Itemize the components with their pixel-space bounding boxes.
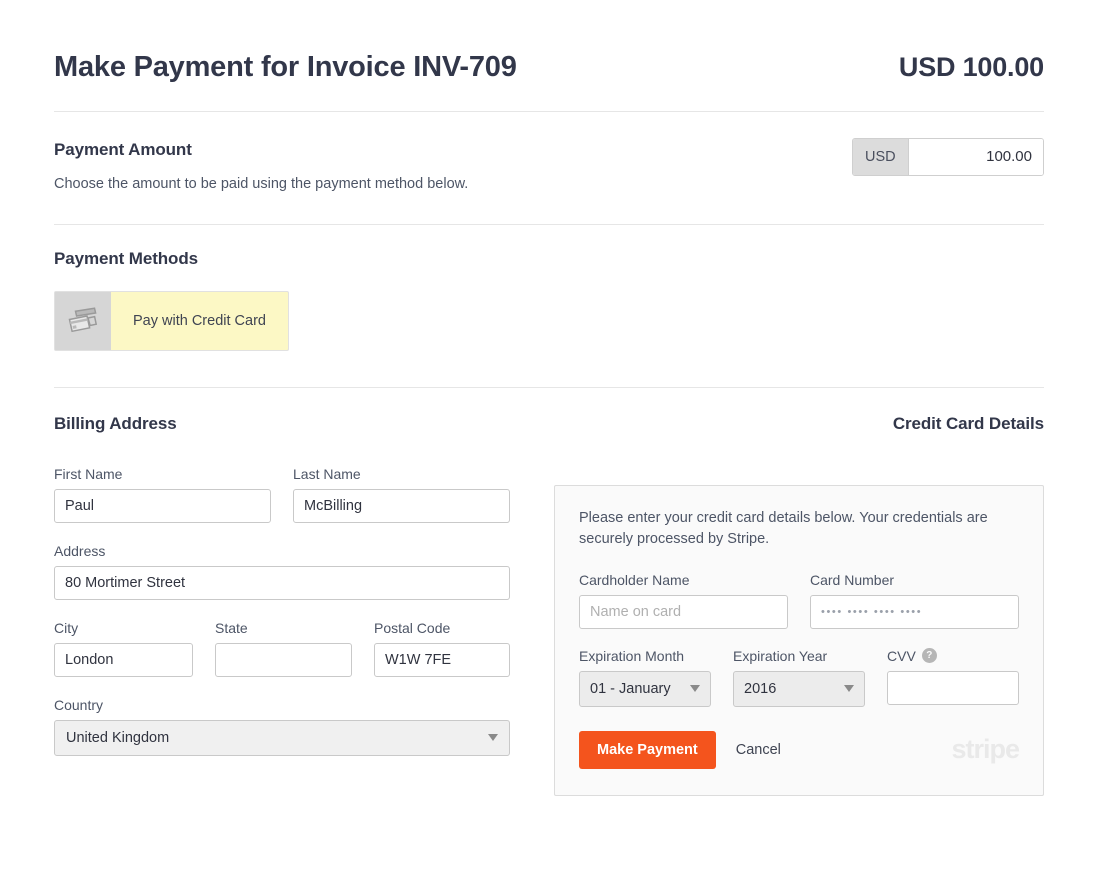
payment-method-label: Pay with Credit Card [111,291,288,350]
billing-address-title: Billing Address [54,413,177,433]
details-columns: First Name Paul Last Name McBilling Addr… [54,466,1044,796]
postal-code-input[interactable]: W1W 7FE [374,642,510,677]
card-number-input[interactable]: •••• •••• •••• •••• [810,594,1019,629]
cvv-input[interactable] [887,670,1019,705]
expiration-month-label: Expiration Month [579,647,685,664]
credit-card-column: Please enter your credit card details be… [554,466,1044,796]
expiration-month-value: 01 - January [590,680,671,697]
country-label: Country [54,696,104,713]
payment-amount-input[interactable]: 100.00 [908,138,1043,175]
payment-amount-description: Choose the amount to be paid using the p… [54,175,469,192]
first-name-group: First Name Paul [54,466,271,523]
payment-page: Make Payment for Invoice INV-709 USD 100… [0,0,1100,892]
credit-card-note: Please enter your credit card details be… [579,509,988,547]
methods-divider [54,386,1044,388]
payment-methods-title: Payment Methods [54,248,198,268]
payment-amount-text: Payment Amount Choose the amount to be p… [54,138,468,192]
state-label: State [215,619,248,636]
payment-amount-title: Payment Amount [54,139,192,159]
card-number-group: Card Number •••• •••• •••• •••• [810,572,1019,629]
cancel-button[interactable]: Cancel [736,742,781,758]
country-group: Country United Kingdom [54,697,510,756]
details-headings: Billing Address Credit Card Details [54,414,1044,434]
payment-amount-input-group[interactable]: USD 100.00 [852,137,1044,176]
card-number-label: Card Number [810,571,895,588]
address-label: Address [54,542,106,559]
cvv-label-row: CVV ? [887,648,1019,664]
currency-addon: USD [853,138,909,175]
credit-card-details-title: Credit Card Details [892,413,1044,433]
state-input[interactable] [215,642,352,677]
chevron-down-icon [690,685,700,693]
payment-method-credit-card[interactable]: Pay with Credit Card [54,290,289,351]
postal-code-group: Postal Code W1W 7FE [374,620,510,677]
cardholder-name-label: Cardholder Name [579,571,690,588]
expiration-year-group: Expiration Year 2016 [733,648,865,707]
expiry-cvv-row: Expiration Month 01 - January Expiration… [579,648,1019,707]
cardholder-name-group: Cardholder Name Name on card [579,572,788,629]
first-name-input[interactable]: Paul [54,488,271,523]
last-name-label: Last Name [293,465,361,482]
page-title: Make Payment for Invoice INV-709 [54,51,517,83]
credit-cards-icon [55,291,111,350]
card-number-placeholder: •••• •••• •••• •••• [821,605,923,618]
expiration-year-value: 2016 [744,680,777,697]
city-group: City London [54,620,193,677]
header-total-amount: USD 100.00 [898,52,1044,82]
chevron-down-icon [844,685,854,693]
address-group: Address 80 Mortimer Street [54,543,510,600]
payment-methods-section: Payment Methods Pay with Credit Card [54,249,1044,351]
header-divider [54,110,1044,112]
last-name-input[interactable]: McBilling [293,488,510,523]
cvv-group: CVV ? [887,648,1019,707]
billing-address-form: First Name Paul Last Name McBilling Addr… [54,466,510,796]
city-input[interactable]: London [54,642,193,677]
country-select[interactable]: United Kingdom [54,719,510,756]
question-mark-icon[interactable]: ? [921,648,937,664]
page-header: Make Payment for Invoice INV-709 USD 100… [54,0,1044,85]
expiration-year-select[interactable]: 2016 [733,670,865,707]
make-payment-button[interactable]: Make Payment [579,730,716,769]
cvv-label: CVV [887,647,916,664]
credit-card-actions: Make Payment Cancel stripe [579,730,1020,769]
address-input[interactable]: 80 Mortimer Street [54,565,510,600]
stripe-logo: stripe [951,733,1020,764]
cardholder-name-input[interactable]: Name on card [579,594,788,629]
page-content: Make Payment for Invoice INV-709 USD 100… [54,0,1044,796]
city-state-postal-row: City London State Postal Code W1W 7FE [54,620,510,677]
expiration-year-label: Expiration Year [733,647,828,664]
state-group: State [215,620,352,677]
amount-divider [54,223,1044,225]
expiration-month-group: Expiration Month 01 - January [579,648,711,707]
payment-amount-section: Payment Amount Choose the amount to be p… [54,137,1044,192]
chevron-down-icon [488,734,498,742]
last-name-group: Last Name McBilling [293,466,510,523]
card-name-number-row: Cardholder Name Name on card Card Number… [579,572,1019,629]
credit-card-panel: Please enter your credit card details be… [554,484,1044,796]
country-selected-value: United Kingdom [66,729,170,746]
city-label: City [54,619,79,636]
name-row: First Name Paul Last Name McBilling [54,466,510,523]
first-name-label: First Name [54,465,123,482]
postal-code-label: Postal Code [374,619,451,636]
expiration-month-select[interactable]: 01 - January [579,670,711,707]
